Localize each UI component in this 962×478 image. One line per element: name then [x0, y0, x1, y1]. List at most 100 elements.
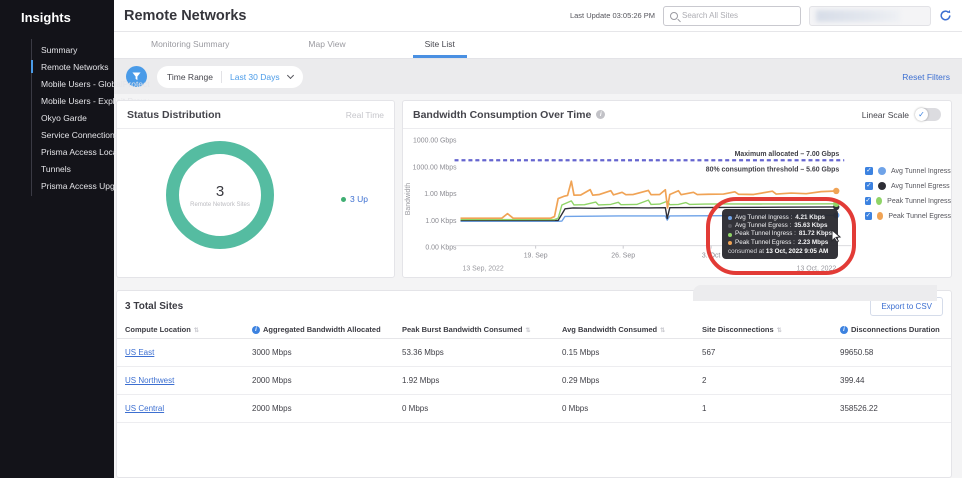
sidebar-item-summary[interactable]: Summary	[32, 41, 114, 58]
table-cell: 53.36 Mbps	[394, 338, 554, 368]
legend-checkbox[interactable]: ✓	[865, 197, 872, 205]
sidebar-item-mobile-users-explicit-proxy[interactable]: Mobile Users - Explicit Proxy	[32, 92, 149, 109]
sidebar: Insights Summary Remote Networks Mobile Us…	[0, 0, 150, 478]
column-header-peak-burst-bandwidth-consumed[interactable]: Peak Burst Bandwidth Consumed ⇅	[394, 322, 554, 340]
search-input[interactable]	[682, 11, 794, 20]
x-range-start: 13 Sep, 2022	[462, 265, 503, 272]
chart-scrollbar[interactable]	[693, 285, 937, 301]
sidebar-item-okyo-garde[interactable]: Okyo Garde	[32, 109, 114, 126]
legend-label: Avg Tunnel Ingress	[891, 167, 951, 175]
status-donut-chart: 3 Remote Network Sites	[166, 141, 274, 249]
sort-icon[interactable]: ⇅	[194, 328, 199, 334]
info-icon[interactable]: i	[596, 110, 606, 119]
series-end-marker	[833, 187, 840, 195]
column-header-aggregated-bandwidth-allocated[interactable]: i Aggregated Bandwidth Allocated	[244, 322, 394, 340]
threshold-label: 80% consumption threshold – 5.60 Gbps	[706, 167, 840, 174]
sort-icon[interactable]: ⇅	[660, 328, 665, 334]
cell-compute-location: US Northwest	[117, 366, 244, 396]
table-row: US Northwest 2000 Mbps 1.92 Mbps 0.29 Mbps 2…	[117, 366, 951, 396]
table-cell: 399.44	[832, 366, 951, 396]
table-cell: 3000 Mbps	[244, 338, 394, 368]
legend-item-avg-tunnel-egress[interactable]: ✓ Avg Tunnel Egress	[865, 182, 951, 190]
up-status-dot	[341, 196, 347, 202]
table-cell: 2000 Mbps	[244, 366, 394, 396]
legend-label: Peak Tunnel Ingress	[887, 197, 951, 205]
info-icon[interactable]: i	[840, 326, 848, 335]
sites-table-panel: 3 Total Sites Export to CSV Compute Loca…	[116, 290, 952, 478]
tab-map-view[interactable]: Map View	[296, 32, 357, 58]
refresh-icon[interactable]	[939, 9, 952, 22]
site-link-us-central[interactable]: US Central	[125, 404, 164, 413]
tooltip-row: Avg Tunnel Egress : 35.63 Kbps	[728, 222, 832, 230]
tab-monitoring-summary[interactable]: Monitoring Summary	[139, 32, 241, 58]
sidebar-item-service-connections[interactable]: Service Connections	[32, 126, 119, 143]
sidebar-item-mobile-users-globalprotect[interactable]: Mobile Users - GlobalProtect	[32, 75, 150, 92]
legend-checkbox[interactable]: ✓	[865, 167, 873, 175]
table-cell: 567	[694, 338, 832, 368]
column-header-compute-location[interactable]: Compute Location ⇅	[117, 322, 244, 340]
bandwidth-panel-title: Bandwidth Consumption Over Time	[413, 108, 592, 121]
status-legend-up[interactable]: 3 Up	[341, 194, 368, 204]
divider	[220, 70, 222, 83]
chart-legend: ✓ Avg Tunnel Ingress ✓ Avg Tunnel Egress ✓ Pe…	[865, 129, 951, 278]
legend-item-peak-tunnel-ingress[interactable]: ✓ Peak Tunnel Ingress	[865, 197, 951, 205]
legend-item-avg-tunnel-ingress[interactable]: ✓ Avg Tunnel Ingress	[865, 167, 951, 175]
sort-icon[interactable]: ⇅	[777, 328, 782, 334]
tooltip-row: Avg Tunnel Ingress : 4.21 Kbps	[728, 214, 832, 222]
tab-bar: Monitoring Summary Map View Site List	[114, 32, 962, 59]
y-axis-label: Bandwidth	[405, 183, 412, 215]
cell-compute-location: US Central	[117, 394, 244, 424]
tooltip-row: Peak Tunnel Egress : 2.23 Mbps	[728, 239, 832, 247]
y-tick: 1000.00 Gbps	[413, 138, 457, 145]
linear-scale-toggle[interactable]: Linear Scale ✓	[862, 108, 941, 121]
search-icon	[670, 11, 678, 20]
time-range-label: Time Range	[167, 71, 213, 82]
column-header-avg-bandwidth-consumed[interactable]: Avg Bandwidth Consumed ⇅	[554, 322, 694, 340]
column-header-site-disconnections[interactable]: Site Disconnections ⇅	[694, 322, 832, 340]
sidebar-item-prisma-access-locations[interactable]: Prisma Access Locations	[32, 143, 135, 160]
legend-color-dot	[876, 212, 884, 220]
table-header-row: Compute Location ⇅ i Aggregated Bandwidth A…	[117, 322, 951, 340]
series-end-marker	[833, 200, 840, 207]
mouse-cursor-icon	[831, 228, 842, 247]
legend-checkbox[interactable]: ✓	[865, 182, 873, 190]
table-cell: 0.29 Mbps	[554, 366, 694, 396]
tooltip-series-dot	[728, 240, 732, 245]
table-cell: 1	[694, 394, 832, 424]
info-icon[interactable]: i	[252, 326, 260, 335]
reset-filters-link[interactable]: Reset Filters	[902, 72, 950, 82]
tooltip-series-dot	[728, 224, 732, 229]
legend-checkbox[interactable]: ✓	[865, 212, 872, 220]
sidebar-item-prisma-access-upgrade[interactable]: Prisma Access Upgrade	[32, 177, 132, 194]
sidebar-item-tunnels[interactable]: Tunnels	[32, 160, 114, 177]
legend-color-dot	[878, 167, 886, 175]
y-tick: 1.00 Kbps	[425, 218, 457, 225]
legend-color-dot	[878, 182, 886, 190]
table-title: 3 Total Sites	[125, 301, 184, 312]
legend-item-peak-tunnel-egress[interactable]: ✓ Peak Tunnel Egress	[865, 212, 951, 220]
chevron-down-icon	[286, 71, 294, 79]
redacted-account-selector[interactable]	[809, 5, 931, 26]
cell-compute-location: US East	[117, 338, 244, 368]
last-update-text: Last Update 03:05:26 PM	[569, 11, 655, 20]
tooltip-series-dot	[728, 232, 732, 237]
table-cell: 358526.22	[832, 394, 951, 424]
toggle-knob-check-icon: ✓	[915, 108, 928, 121]
app-window: Insights Summary Remote Networks Mobile Us…	[0, 0, 962, 478]
up-status-label: 3 Up	[350, 194, 368, 204]
column-header-disconnections-duration[interactable]: i Disconnections Duration	[832, 322, 951, 340]
site-link-us-east[interactable]: US East	[125, 348, 154, 357]
search-box[interactable]	[663, 5, 801, 26]
y-tick: 1000.00 Mbps	[413, 164, 457, 171]
sort-icon[interactable]: ⇅	[525, 328, 530, 334]
main-area: Remote Networks Last Update 03:05:26 PM …	[114, 0, 962, 478]
time-range-dropdown[interactable]: Time Range Last 30 Days	[157, 65, 303, 88]
table-cell: 0.15 Mbps	[554, 338, 694, 368]
sidebar-item-remote-networks[interactable]: Remote Networks	[30, 58, 114, 75]
site-link-us-northwest[interactable]: US Northwest	[125, 376, 174, 385]
legend-label: Peak Tunnel Egress	[888, 212, 951, 220]
x-range-end: 13 Oct, 2022	[797, 265, 837, 272]
legend-color-dot	[876, 197, 883, 205]
tab-site-list[interactable]: Site List	[412, 32, 467, 58]
table-cell: 2	[694, 366, 832, 396]
